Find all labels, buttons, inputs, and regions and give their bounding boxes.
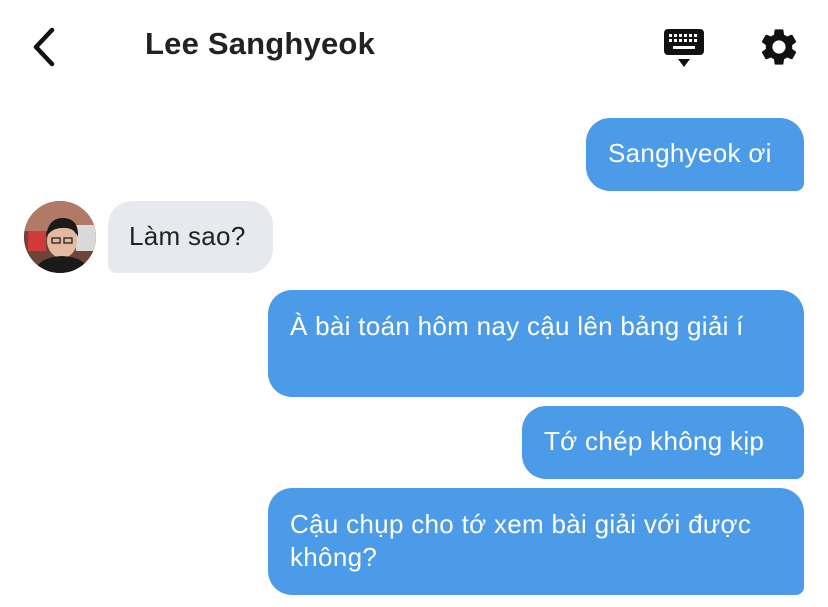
message-text: Tớ chép không kịp xyxy=(544,426,765,456)
chevron-left-icon xyxy=(33,27,55,67)
chat-screen: Lee Sanghyeok Sanghyeok ơi Làm sao? À bà… xyxy=(0,0,828,607)
message-text: Làm sao? xyxy=(129,221,246,251)
keyboard-button[interactable] xyxy=(660,26,708,72)
back-button[interactable] xyxy=(28,24,68,70)
message-bubble-outgoing[interactable]: À bài toán hôm nay cậu lên bảng giải í xyxy=(268,290,804,397)
gear-icon xyxy=(761,29,797,65)
message-bubble-outgoing[interactable]: Cậu chụp cho tớ xem bài giải với được kh… xyxy=(268,488,804,595)
chat-header: Lee Sanghyeok xyxy=(0,0,828,95)
message-bubble-outgoing[interactable]: Tớ chép không kịp xyxy=(522,406,804,479)
page-title: Lee Sanghyeok xyxy=(145,26,376,61)
message-bubble-incoming[interactable]: Làm sao? xyxy=(108,201,273,273)
message-bubble-outgoing[interactable]: Sanghyeok ơi xyxy=(586,118,804,191)
settings-button[interactable] xyxy=(757,25,801,69)
message-text: Sanghyeok ơi xyxy=(608,138,772,168)
message-text: Cậu chụp cho tớ xem bài giải với được kh… xyxy=(290,509,752,572)
message-text: À bài toán hôm nay cậu lên bảng giải í xyxy=(290,311,744,341)
keyboard-icon xyxy=(664,29,704,67)
avatar[interactable] xyxy=(24,201,96,273)
contact-photo-icon xyxy=(24,201,96,273)
